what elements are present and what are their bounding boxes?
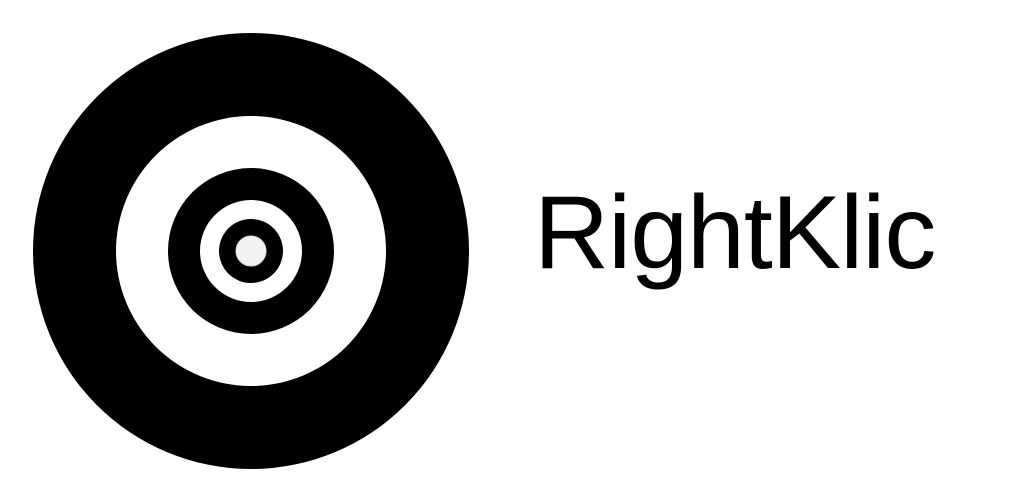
logo-banner: RightKlic (0, 0, 1031, 500)
brand-name: RightKlic (534, 175, 936, 291)
concentric-rings-target-icon (33, 33, 469, 469)
center-dot (235, 235, 267, 267)
